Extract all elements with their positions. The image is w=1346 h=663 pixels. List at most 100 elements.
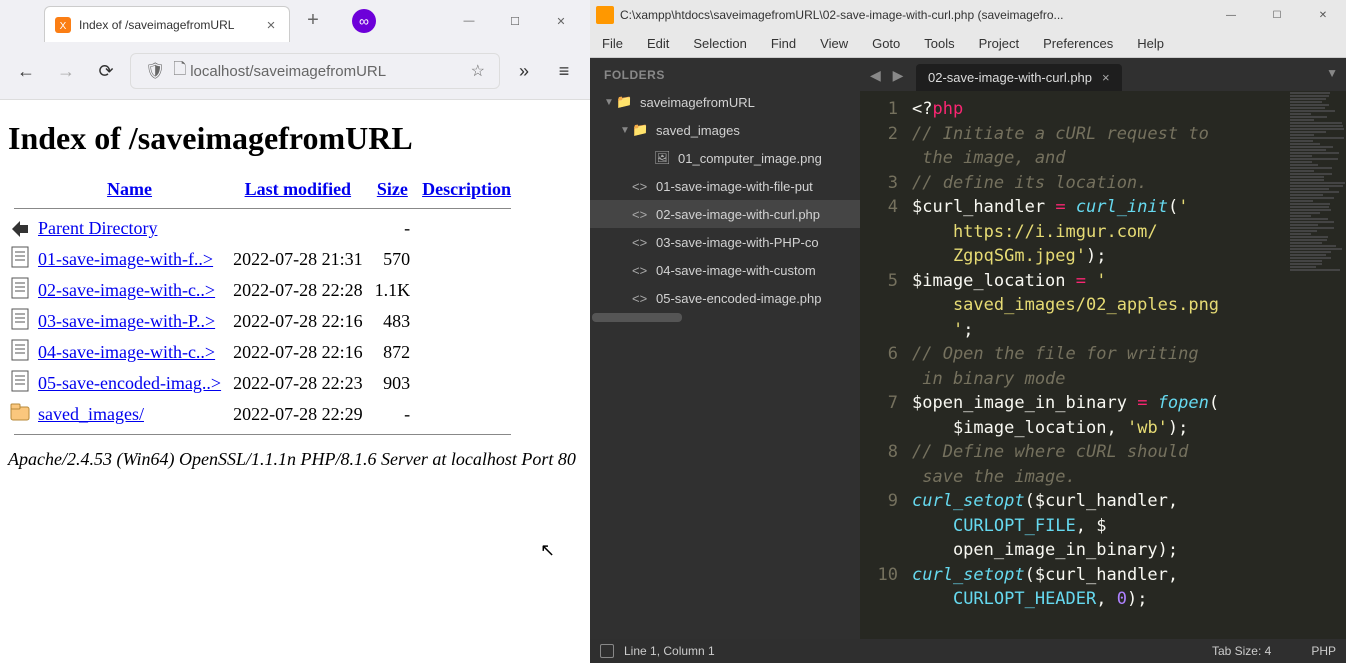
tree-item[interactable]: 🖼 01_computer_image.png [590,144,860,172]
tab-nav-arrows[interactable]: ◀ ▶ [870,67,907,84]
line-gutter: 12 34 5 6 7 8 9 10 [860,91,908,639]
menu-button[interactable]: ≡ [548,55,580,87]
table-row: 03-save-image-with-P..>2022-07-28 22:164… [8,306,517,337]
tree-item-label: 05-save-encoded-image.php [656,291,822,306]
menu-project[interactable]: Project [967,36,1031,51]
tree-item[interactable]: <>03-save-image-with-PHP-co [590,228,860,256]
mouse-cursor: ↖ [540,540,555,561]
directory-listing: Name Last modified Size Description Pare… [8,175,517,439]
new-tab-button[interactable]: + [298,6,328,36]
menu-preferences[interactable]: Preferences [1031,36,1125,51]
menu-edit[interactable]: Edit [635,36,681,51]
editor-tab-close-icon[interactable]: × [1102,70,1110,85]
minimap[interactable] [1286,91,1346,639]
sidebar-header: FOLDERS [590,58,860,88]
status-panel-icon[interactable] [600,644,614,658]
modified-cell: 2022-07-28 22:29 [227,399,369,430]
file-link[interactable]: 04-save-image-with-c..> [38,342,215,362]
xampp-icon: X [55,17,71,33]
editor-close-button[interactable]: ✕ [1300,0,1346,30]
col-name[interactable]: Name [32,175,227,204]
status-cursor-pos: Line 1, Column 1 [624,644,715,658]
tree-item-label: saved_images [656,123,740,138]
tab-title: Index of /saveimagefromURL [79,18,263,32]
col-size[interactable]: Size [369,175,417,204]
menu-view[interactable]: View [808,36,860,51]
file-link[interactable]: 03-save-image-with-P..> [38,311,215,331]
menu-find[interactable]: Find [759,36,808,51]
tree-item[interactable]: ▼📁saved_images [590,116,860,144]
shield-icon[interactable]: 🛡 [141,61,169,81]
size-cell: 570 [369,244,417,275]
editor-tab[interactable]: 02-save-image-with-curl.php × [916,64,1122,91]
editor-minimize-button[interactable]: — [1208,0,1254,30]
image-icon: 🖼 [654,150,672,166]
sublime-logo-icon [596,6,614,24]
status-language[interactable]: PHP [1311,644,1336,658]
editor-statusbar: Line 1, Column 1 Tab Size: 4 PHP [590,639,1346,663]
file-icon [8,275,32,306]
php-icon: <> [632,207,650,222]
editor-titlebar[interactable]: C:\xampp\htdocs\saveimagefromURL\02-save… [590,0,1346,30]
menu-file[interactable]: File [590,36,635,51]
size-cell: 1.1K [369,275,417,306]
col-desc[interactable]: Description [416,175,517,204]
browser-tab[interactable]: X Index of /saveimagefromURL × [44,6,290,42]
file-link[interactable]: saved_images/ [38,404,144,424]
php-icon: <> [632,263,650,278]
tree-item-label: 04-save-image-with-custom [656,263,816,278]
table-row: saved_images/2022-07-28 22:29- [8,399,517,430]
tree-item[interactable]: <>05-save-encoded-image.php [590,284,860,312]
forward-button[interactable]: → [50,55,82,87]
php-icon: <> [632,179,650,194]
file-link[interactable]: 05-save-encoded-imag..> [38,373,221,393]
tree-item-label: 01-save-image-with-file-put [656,179,813,194]
modified-cell: 2022-07-28 22:23 [227,368,369,399]
code-area[interactable]: <?php// Initiate a cURL request to the i… [908,91,1286,639]
server-signature: Apache/2.4.53 (Win64) OpenSSL/1.1.1n PHP… [8,449,582,470]
editor-maximize-button[interactable]: ☐ [1254,0,1300,30]
size-cell: 903 [369,368,417,399]
tree-item-label: 02-save-image-with-curl.php [656,207,820,222]
modified-cell: 2022-07-28 22:28 [227,275,369,306]
menu-goto[interactable]: Goto [860,36,912,51]
file-link[interactable]: 02-save-image-with-c..> [38,280,215,300]
profile-icon[interactable]: ∞ [352,9,376,33]
table-row: 05-save-encoded-imag..> 2022-07-28 22:239… [8,368,517,399]
status-tab-size[interactable]: Tab Size: 4 [1212,644,1271,658]
tree-item[interactable]: ▼📁saveimagefromURL [590,88,860,116]
overflow-button[interactable]: » [508,55,540,87]
tab-close-icon[interactable]: × [263,17,279,33]
tree-item[interactable]: <> 01-save-image-with-file-put [590,172,860,200]
lock-icon[interactable]: 🗋 [169,58,190,85]
tree-item-label: 03-save-image-with-PHP-co [656,235,819,250]
reload-button[interactable]: ⟳ [90,55,122,87]
col-modified[interactable]: Last modified [227,175,369,204]
editor-tabbar: ◀ ▶ 02-save-image-with-curl.php × ▼ [860,58,1346,91]
parent-directory-link[interactable]: Parent Directory [38,218,157,238]
tree-item[interactable]: <> 04-save-image-with-custom [590,256,860,284]
tree-item[interactable]: <> 02-save-image-with-curl.php [590,200,860,228]
svg-text:X: X [60,21,67,32]
address-bar[interactable]: 🛡 🗋 localhost/saveimagefromURL ☆ [130,53,500,89]
sidebar-scrollbar[interactable] [590,313,860,324]
code-editor[interactable]: 12 34 5 6 7 8 9 10 <?php// Initiate a cU… [860,91,1346,639]
editor-tab-label: 02-save-image-with-curl.php [928,70,1092,85]
back-button[interactable]: ← [10,55,42,87]
modified-cell: 2022-07-28 22:16 [227,337,369,368]
back-icon [8,213,32,244]
file-link[interactable]: 01-save-image-with-f..> [38,249,213,269]
size-cell: - [369,399,417,430]
menu-help[interactable]: Help [1125,36,1176,51]
maximize-button[interactable]: ☐ [492,5,538,37]
tab-dropdown-icon[interactable]: ▼ [1326,66,1338,80]
editor-sidebar: FOLDERS ▼📁saveimagefromURL▼📁saved_images… [590,58,860,639]
menu-tools[interactable]: Tools [912,36,966,51]
table-row: 02-save-image-with-c..> 2022-07-28 22:281… [8,275,517,306]
tree-item-label: saveimagefromURL [640,95,755,110]
close-button[interactable]: ✕ [538,5,584,37]
minimize-button[interactable]: — [446,5,492,37]
bookmark-icon[interactable]: ☆ [467,61,489,81]
tree-item-label: 01_computer_image.png [678,151,822,166]
menu-selection[interactable]: Selection [681,36,758,51]
